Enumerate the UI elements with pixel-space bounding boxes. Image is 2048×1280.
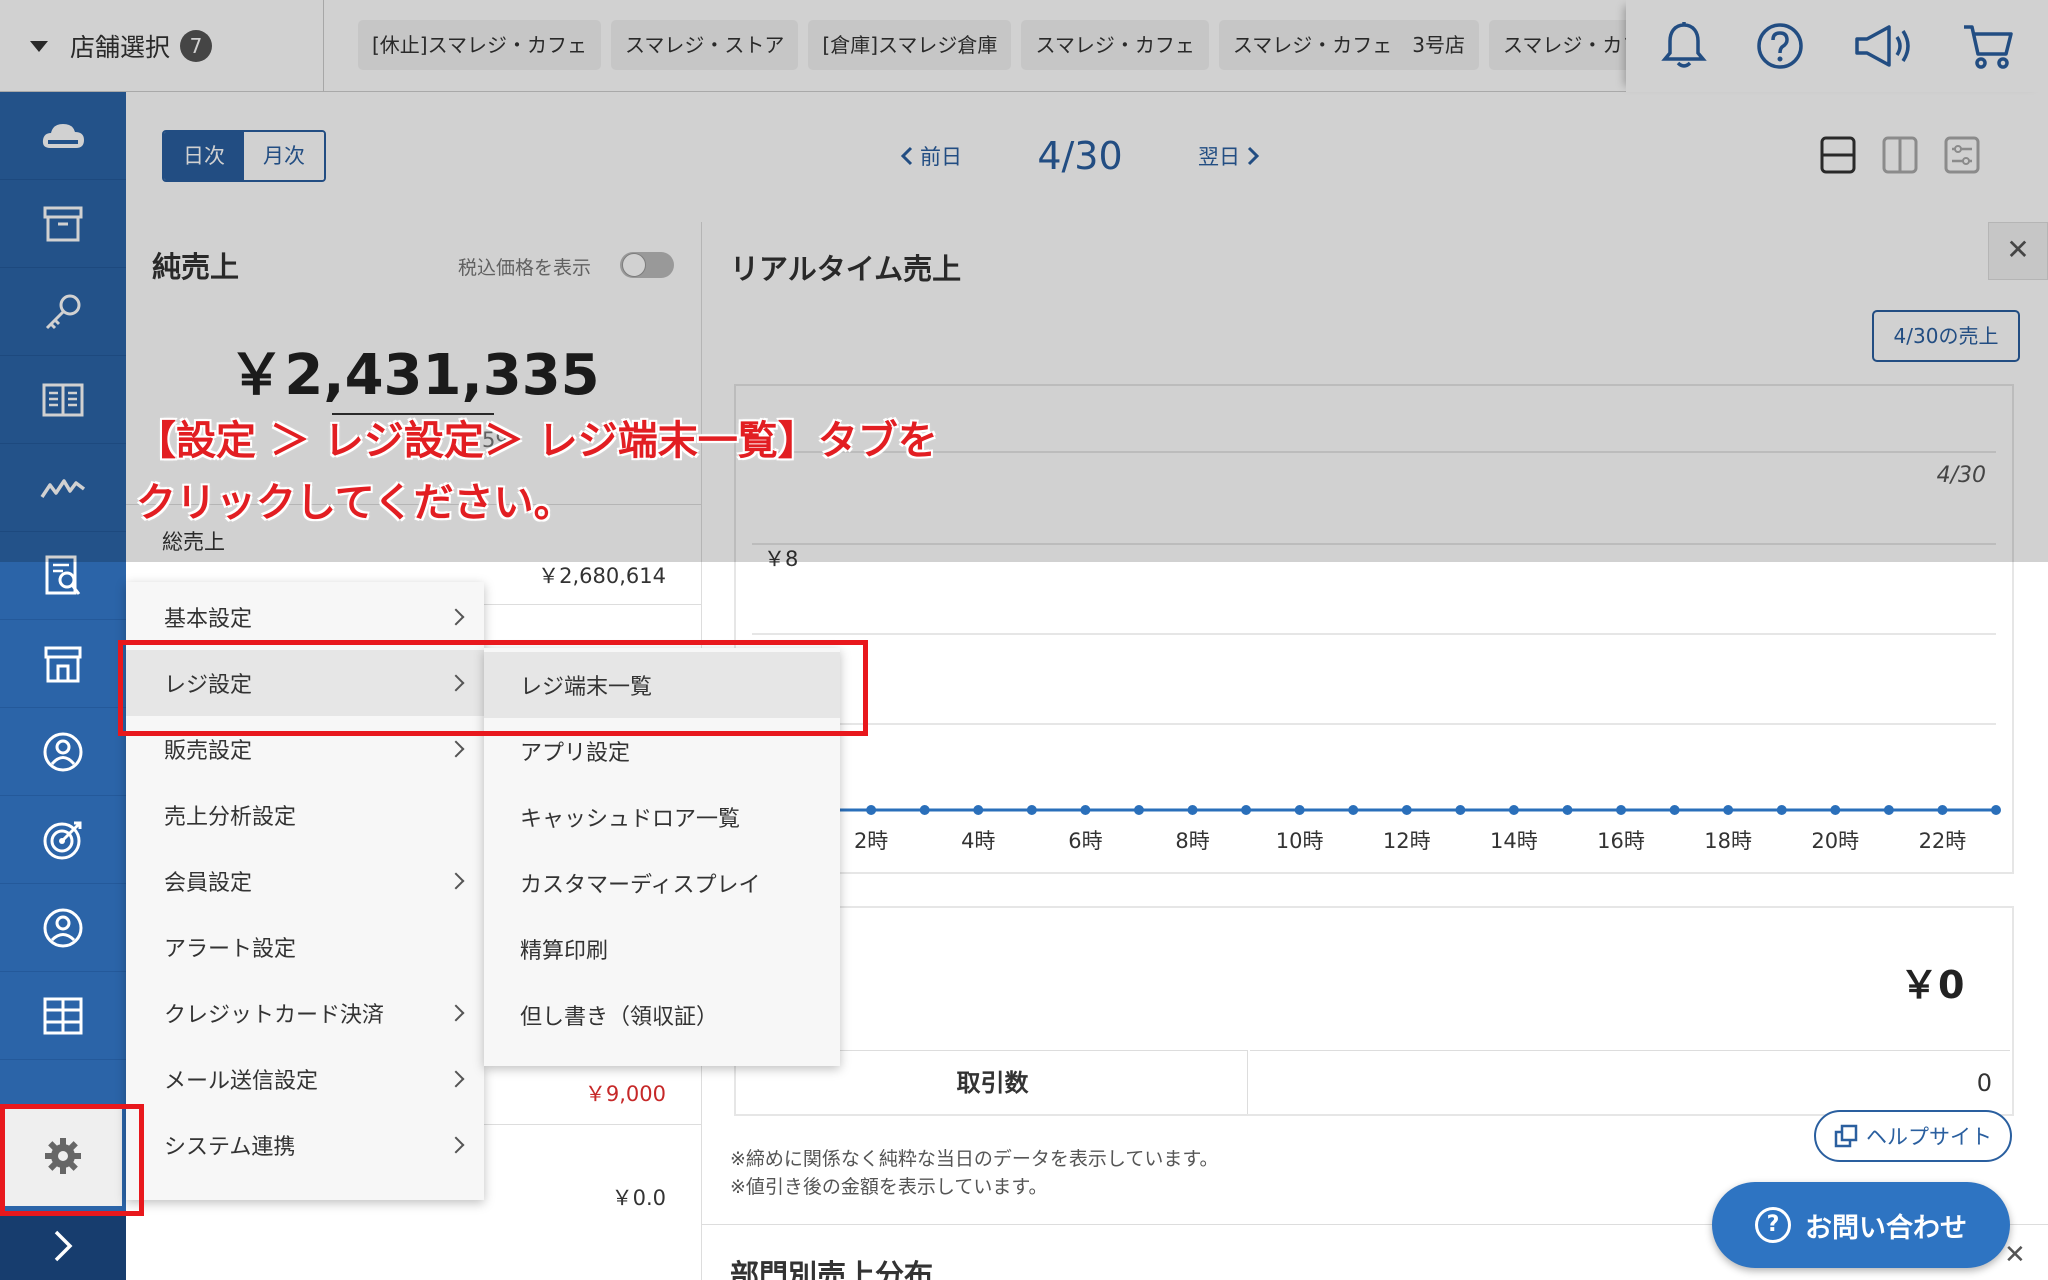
data-point: [1776, 805, 1787, 815]
data-point: [1723, 805, 1734, 815]
menu-item-label: クレジットカード決済: [164, 1003, 385, 1028]
data-point: [1080, 805, 1091, 815]
external-link-icon: [1834, 1124, 1858, 1148]
instruction-annotation: 【設定 ＞ レジ設定＞ レジ端末一覧】タブを クリックしてください。: [136, 410, 938, 534]
menu-item[interactable]: 売上分析設定: [126, 782, 484, 848]
data-point: [1294, 805, 1305, 815]
data-point: [1401, 805, 1412, 815]
chevron-right-icon: [447, 1070, 465, 1088]
data-point: [1508, 805, 1519, 815]
data-point: [1187, 805, 1198, 815]
data-point: [1991, 805, 2001, 815]
chevron-right-icon: [447, 1004, 465, 1022]
submenu-item[interactable]: キャッシュドロア一覧: [484, 784, 840, 850]
menu-item[interactable]: 会員設定: [126, 848, 484, 914]
menu-item-label: メール送信設定: [164, 1069, 319, 1094]
department-sales-title: 部門別売上分布: [730, 1258, 934, 1280]
data-point: [1133, 805, 1144, 815]
data-point: [1669, 805, 1680, 815]
zero-value: ￥0.0: [611, 1186, 666, 1210]
data-point: [866, 805, 877, 815]
question-icon: ?: [1755, 1207, 1791, 1243]
submenu-item[interactable]: 精算印刷: [484, 916, 840, 982]
staff-icon: [43, 732, 83, 771]
target-icon: [43, 821, 82, 859]
realtime-total: ￥0: [1900, 963, 1965, 1007]
sidebar-item-target[interactable]: [0, 796, 126, 884]
menu-item-label: 基本設定: [164, 607, 253, 632]
x-tick-label: 16時: [1597, 829, 1645, 853]
store-icon: [44, 646, 82, 682]
x-tick-label: 2時: [854, 829, 888, 853]
data-point: [919, 805, 930, 815]
help-site-button[interactable]: ヘルプサイト: [1814, 1110, 2012, 1162]
data-point: [1348, 805, 1359, 815]
highlight-register-terminals: [118, 640, 868, 736]
x-tick-label: 18時: [1704, 829, 1752, 853]
x-tick-label: 22時: [1919, 829, 1967, 853]
help-site-label: ヘルプサイト: [1866, 1125, 1992, 1149]
menu-item-label: 売上分析設定: [164, 805, 297, 830]
submenu-item[interactable]: 但し書き（領収証）: [484, 982, 840, 1048]
data-point: [1241, 805, 1252, 815]
close-icon[interactable]: ✕: [2004, 1240, 2026, 1270]
annotation-line-2: クリックしてください。: [136, 480, 574, 526]
contact-button[interactable]: ? お問い合わせ: [1712, 1182, 2010, 1268]
x-tick-label: 20時: [1811, 829, 1859, 853]
x-tick-label: 4時: [961, 829, 995, 853]
chevron-right-icon: [447, 740, 465, 758]
note-line: ※値引き後の金額を表示しています。: [730, 1176, 1048, 1198]
x-tick-label: 12時: [1383, 829, 1431, 853]
data-point: [1616, 805, 1627, 815]
data-point: [1026, 805, 1037, 815]
menu-item[interactable]: メール送信設定: [126, 1046, 484, 1112]
menu-item-label: システム連携: [164, 1135, 296, 1160]
menu-item[interactable]: アラート設定: [126, 914, 484, 980]
sidebar-item-store[interactable]: [0, 620, 126, 708]
chevron-right-icon: [447, 872, 465, 890]
annotation-line-1: 【設定 ＞ レジ設定＞ レジ端末一覧】タブを: [136, 418, 938, 464]
data-point: [973, 805, 984, 815]
transaction-count-value: 0: [1250, 1050, 2010, 1114]
sidebar-item-grid[interactable]: [0, 972, 126, 1060]
member-icon: [43, 908, 83, 947]
menu-item[interactable]: クレジットカード決済: [126, 980, 484, 1046]
sidebar-expand-button[interactable]: [0, 1212, 126, 1280]
chevron-right-icon: [447, 1136, 465, 1154]
menu-item[interactable]: システム連携: [126, 1112, 484, 1178]
chevron-right-icon: [54, 1230, 73, 1262]
note-line: ※締めに関係なく純粋な当日のデータを表示しています。: [730, 1148, 1219, 1170]
data-point: [1830, 805, 1841, 815]
menu-item-label: 販売設定: [164, 739, 253, 764]
gross-sales-value: ￥2,680,614: [538, 564, 666, 588]
x-tick-label: 6時: [1068, 829, 1102, 853]
x-tick-label: 14時: [1490, 829, 1538, 853]
menu-item-label: 会員設定: [164, 871, 253, 896]
sidebar-item-staff[interactable]: [0, 708, 126, 796]
data-point: [1883, 805, 1894, 815]
sidebar-item-member[interactable]: [0, 884, 126, 972]
data-point: [1937, 805, 1948, 815]
discount-value: ￥9,000: [584, 1082, 666, 1106]
highlight-settings: [0, 1104, 144, 1216]
contact-label: お問い合わせ: [1805, 1212, 1967, 1244]
data-point: [1562, 805, 1573, 815]
menu-item-label: アラート設定: [164, 937, 297, 962]
chevron-right-icon: [447, 608, 465, 626]
x-tick-label: 8時: [1175, 829, 1209, 853]
x-tick-label: 10時: [1276, 829, 1324, 853]
data-point: [1455, 805, 1466, 815]
submenu-item[interactable]: カスタマーディスプレイ: [484, 850, 840, 916]
grid-icon: [43, 997, 83, 1034]
